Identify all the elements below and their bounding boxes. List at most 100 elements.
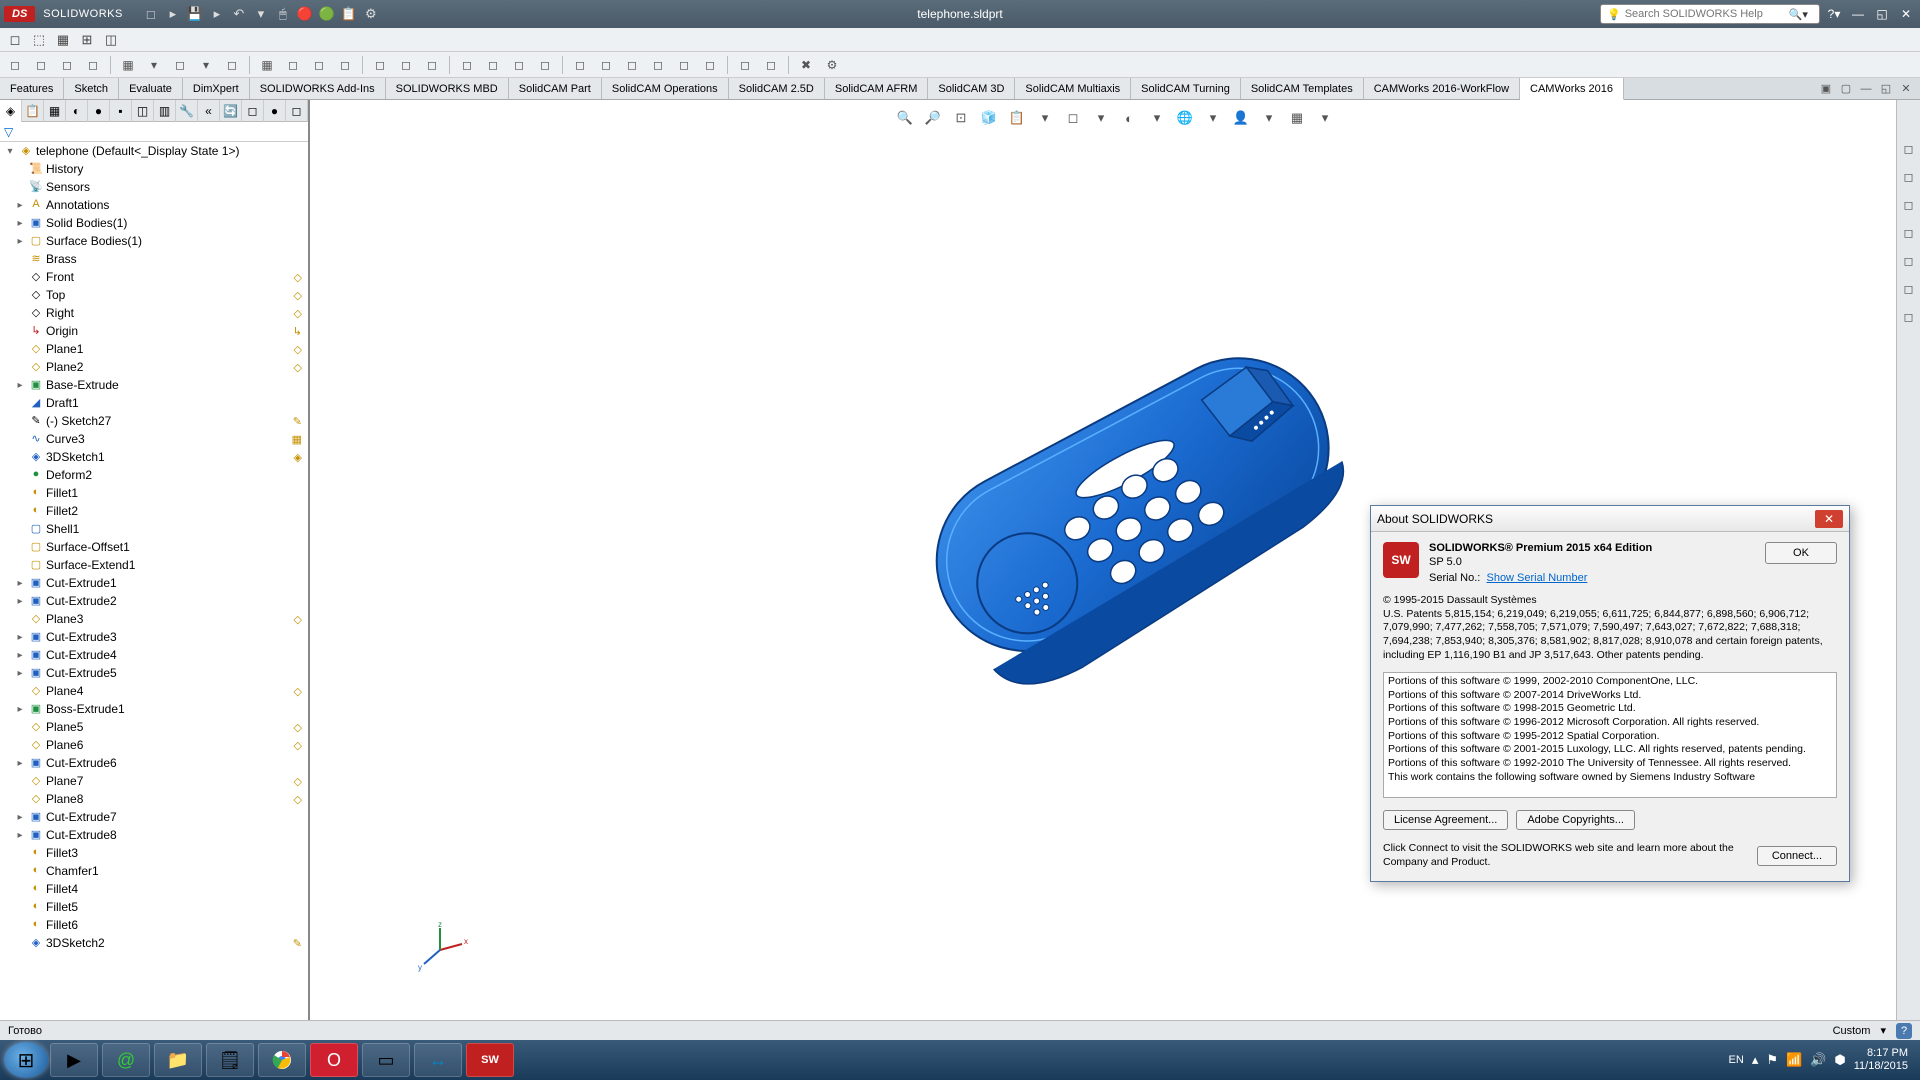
tree-item[interactable]: ◇Front◇ — [0, 268, 308, 286]
tree-item[interactable]: ◐Fillet1 — [0, 484, 308, 502]
view-tool-icon[interactable]: 📋 — [1007, 108, 1027, 128]
toggle-icon[interactable]: ▦ — [54, 31, 72, 49]
panel-tab-icon[interactable]: ● — [88, 100, 110, 122]
ribbon-icon[interactable]: ◻ — [484, 56, 502, 74]
ribbon-icon[interactable]: ◻ — [284, 56, 302, 74]
tree-item[interactable]: ▸▣Cut-Extrude8 — [0, 826, 308, 844]
tree-item[interactable]: ▸▢Surface Bodies(1) — [0, 232, 308, 250]
tree-item[interactable]: ◇Plane3◇ — [0, 610, 308, 628]
taskbar-chrome[interactable] — [258, 1043, 306, 1077]
tree-item[interactable]: ✎(-) Sketch27✎ — [0, 412, 308, 430]
ribbon-icon[interactable]: ◻ — [171, 56, 189, 74]
tree-item[interactable]: ▸▣Cut-Extrude5 — [0, 664, 308, 682]
ribbon-icon[interactable]: ◻ — [310, 56, 328, 74]
ribbon-icon[interactable]: ▾ — [145, 56, 163, 74]
show-serial-link[interactable]: Show Serial Number — [1486, 572, 1587, 584]
command-tab[interactable]: SolidCAM Operations — [602, 78, 729, 99]
tree-item[interactable]: ◇Plane1◇ — [0, 340, 308, 358]
ribbon-icon[interactable]: ◻ — [536, 56, 554, 74]
ribbon-icon[interactable]: ▦ — [119, 56, 137, 74]
ok-button[interactable]: OK — [1765, 542, 1837, 564]
close2-icon[interactable]: ✕ — [1898, 82, 1914, 96]
adobe-copyrights-button[interactable]: Adobe Copyrights... — [1516, 810, 1635, 830]
command-tab[interactable]: SolidCAM Turning — [1131, 78, 1241, 99]
ribbon-icon[interactable]: ◻ — [336, 56, 354, 74]
ribbon-icon[interactable]: ◻ — [32, 56, 50, 74]
units-dropdown-icon[interactable]: ▾ — [1880, 1024, 1886, 1037]
tray-up-icon[interactable]: ▴ — [1752, 1052, 1759, 1068]
min-icon[interactable]: — — [1858, 82, 1874, 96]
tree-item[interactable]: ▸▣Cut-Extrude2 — [0, 592, 308, 610]
qat-icon[interactable]: ↶ — [231, 6, 247, 22]
taskpane-icon[interactable]: ◻ — [1900, 224, 1918, 242]
toggle-icon[interactable]: ⬚ — [30, 31, 48, 49]
ribbon-icon[interactable]: ◻ — [6, 56, 24, 74]
view-tool-icon[interactable]: ▾ — [1091, 108, 1111, 128]
ribbon-icon[interactable]: ◻ — [675, 56, 693, 74]
command-tab[interactable]: SolidCAM 2.5D — [729, 78, 825, 99]
panel-control-icon[interactable]: ● — [264, 100, 286, 122]
qat-icon[interactable]: □ — [143, 6, 159, 22]
help-search[interactable]: 💡 🔍▾ — [1600, 4, 1820, 24]
taskbar-window[interactable]: ▭ — [362, 1043, 410, 1077]
command-tab[interactable]: SolidCAM AFRM — [825, 78, 929, 99]
tree-item[interactable]: ◇Plane2◇ — [0, 358, 308, 376]
tree-item[interactable]: ◇Plane5◇ — [0, 718, 308, 736]
units-label[interactable]: Custom — [1833, 1025, 1871, 1037]
panel-tab-icon[interactable]: ▥ — [154, 100, 176, 122]
panel-tab-icon[interactable]: ▦ — [44, 100, 66, 122]
command-tab[interactable]: CAMWorks 2016 — [1520, 78, 1624, 100]
tree-item[interactable]: ∿Curve3▦ — [0, 430, 308, 448]
view-tool-icon[interactable]: 🧊 — [979, 108, 999, 128]
ribbon-icon[interactable]: ◻ — [371, 56, 389, 74]
tree-item[interactable]: ◐Fillet4 — [0, 880, 308, 898]
tree-item[interactable]: ◢Draft1 — [0, 394, 308, 412]
tree-item[interactable]: ◐Chamfer1 — [0, 862, 308, 880]
qat-icon[interactable]: 🟢 — [319, 6, 335, 22]
restore-icon[interactable]: ◱ — [1872, 6, 1892, 22]
ribbon-icon[interactable]: ⚙ — [823, 56, 841, 74]
ribbon-icon[interactable]: ◻ — [623, 56, 641, 74]
ribbon-icon[interactable]: ◻ — [223, 56, 241, 74]
taskpane-icon[interactable]: ◻ — [1900, 252, 1918, 270]
taskbar-mediaplayer[interactable]: ▶ — [50, 1043, 98, 1077]
ribbon-icon[interactable]: ◻ — [762, 56, 780, 74]
taskpane-icon[interactable]: ◻ — [1900, 168, 1918, 186]
tree-item[interactable]: ▸▣Base-Extrude — [0, 376, 308, 394]
command-tab[interactable]: SolidCAM Templates — [1241, 78, 1364, 99]
lang-indicator[interactable]: EN — [1729, 1054, 1744, 1066]
view-tool-icon[interactable]: ▾ — [1147, 108, 1167, 128]
tray-flag-icon[interactable]: ⚑ — [1766, 1052, 1778, 1068]
view-tool-icon[interactable]: ▦ — [1287, 108, 1307, 128]
view-tool-icon[interactable]: 🔎 — [923, 108, 943, 128]
tree-item[interactable]: 📡Sensors — [0, 178, 308, 196]
qat-icon[interactable]: ▸ — [165, 6, 181, 22]
taskpane-icon[interactable]: ◻ — [1900, 280, 1918, 298]
panel-control-icon[interactable]: 🔄 — [220, 100, 242, 122]
tree-item[interactable]: ▸▣Cut-Extrude6 — [0, 754, 308, 772]
tree-item[interactable]: 📜History — [0, 160, 308, 178]
command-tab[interactable]: Evaluate — [119, 78, 183, 99]
panel-tab-icon[interactable]: ◐ — [66, 100, 88, 122]
qat-icon[interactable]: 💾 — [187, 6, 203, 22]
minimize-icon[interactable]: — — [1848, 6, 1868, 22]
license-agreement-button[interactable]: License Agreement... — [1383, 810, 1508, 830]
command-tab[interactable]: CAMWorks 2016-WorkFlow — [1364, 78, 1520, 99]
ribbon-icon[interactable]: ◻ — [423, 56, 441, 74]
ribbon-icon[interactable]: ◻ — [571, 56, 589, 74]
command-tab[interactable]: SolidCAM Multiaxis — [1015, 78, 1131, 99]
qat-icon[interactable]: 🔴 — [297, 6, 313, 22]
tray-volume-icon[interactable]: 🔊 — [1810, 1052, 1826, 1068]
view-tool-icon[interactable]: ▾ — [1203, 108, 1223, 128]
qat-icon[interactable]: ▾ — [253, 6, 269, 22]
taskpane-icon[interactable]: ◻ — [1900, 196, 1918, 214]
tree-item[interactable]: ▸AAnnotations — [0, 196, 308, 214]
ribbon-icon[interactable]: ◻ — [597, 56, 615, 74]
view-tool-icon[interactable]: ◻ — [1063, 108, 1083, 128]
panel-control-icon[interactable]: ◻ — [242, 100, 264, 122]
tree-item[interactable]: ▸▣Cut-Extrude3 — [0, 628, 308, 646]
panel-tab-icon[interactable]: 📋 — [22, 100, 44, 122]
portions-textbox[interactable]: Portions of this software © 1999, 2002-2… — [1383, 672, 1837, 798]
tree-item[interactable]: ◐Fillet6 — [0, 916, 308, 934]
qat-icon[interactable]: ▸ — [209, 6, 225, 22]
